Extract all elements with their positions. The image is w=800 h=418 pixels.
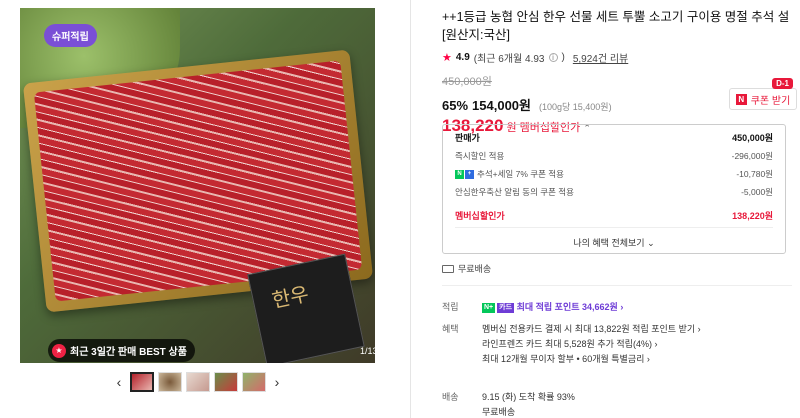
review-count-link[interactable]: 5,924건 리뷰: [573, 50, 628, 65]
thumbnail-2[interactable]: [158, 372, 182, 392]
medal-icon: ★: [52, 343, 66, 358]
coupon-label: 쿠폰 받기: [750, 95, 791, 107]
thumbnail-3[interactable]: [186, 372, 210, 392]
shipping-row: 무료배송: [442, 262, 491, 275]
np-badge-icon: N +: [455, 169, 474, 179]
unit-price: (100g당 15,400원): [538, 102, 612, 112]
thumbnail-4[interactable]: [214, 372, 238, 392]
thumbnail-1[interactable]: [130, 372, 154, 392]
best-seller-label: 최근 3일간 판매 BEST 상품: [70, 347, 187, 358]
price-breakdown-panel: 판매가 450,000원 즉시할인 적용 -296,000원 N + 추석+세일 7%…: [442, 124, 786, 254]
price-row-coupon: N + 추석+세일 7% 쿠폰 적용 -10,780원: [443, 165, 785, 183]
discount-percent: 65%: [442, 98, 469, 113]
star-icon: ★: [442, 52, 452, 64]
naver-n-icon: N: [735, 93, 747, 105]
info-icon[interactable]: i: [548, 53, 558, 62]
section-divider: [442, 285, 792, 286]
column-divider: [410, 0, 411, 418]
points-badge-icon: N+ 카드: [482, 302, 515, 313]
product-info: ++1등급 농협 안심 한우 선물 세트 투뿔 소고기 구이용 명절 추석 설 …: [442, 8, 797, 136]
rating-value: 4.9: [455, 52, 470, 63]
gift-box-card: 한우: [247, 253, 365, 363]
truck-icon: [442, 264, 454, 273]
delivery-key: 배송: [442, 392, 459, 402]
thumbnail-strip: ‹ ›: [112, 372, 284, 392]
price-row-instant: 즉시할인 적용 -296,000원: [455, 151, 773, 161]
price-row-member: 멤버십할인가 138,220원: [455, 210, 773, 221]
benefit-line-1[interactable]: 멤버십 전용카드 결제 시 최대 13,822원 적립 포인트 받기 ›: [482, 322, 800, 337]
rating-row: ★ 4.9 (최근 6개월 4.93 i ) 5,924건 리뷰: [442, 50, 629, 65]
best-seller-pill: ★ 최근 3일간 판매 BEST 상품: [48, 339, 195, 362]
coupon-widget: D-1 N 쿠폰 받기: [729, 78, 797, 110]
product-gallery: 한우 슈퍼적립 ★ 최근 3일간 판매 BEST 상품 1/13 ‹ ›: [0, 0, 410, 418]
price-row-alert-coupon: 안심한우축산 알림 동의 쿠폰 적용 -5,000원: [455, 187, 773, 197]
original-price: 450,000원: [442, 76, 492, 88]
product-main-image[interactable]: 한우 슈퍼적립 ★ 최근 3일간 판매 BEST 상품 1/13: [20, 8, 375, 363]
benefit-line-2[interactable]: 라인프렌즈 카드 최대 5,528원 추가 적립(4%) ›: [482, 337, 800, 352]
points-key: 적립: [442, 302, 459, 312]
thumbnail-5[interactable]: [242, 372, 266, 392]
rating-detail: (최근 6개월 4.93: [473, 54, 545, 65]
delivery-eta: 9.15 (화) 도착 확률 93%: [482, 392, 575, 402]
delivery-free: 무료배송: [482, 407, 516, 417]
benefit-key: 혜택: [442, 324, 459, 334]
image-page-count: 1/13: [360, 346, 375, 356]
max-points-link[interactable]: 최대 적립 포인트 34,662원 ›: [517, 302, 624, 312]
free-shipping-label: 무료배송: [458, 264, 492, 274]
sale-price: 154,000원: [472, 98, 531, 113]
benefit-line-3[interactable]: 최대 12개월 무이자 할부 • 60개월 특별금리 ›: [482, 352, 800, 367]
price-row-list: 판매가 450,000원: [455, 132, 773, 143]
all-benefits-link[interactable]: 나의 혜택 전체보기 ⌄: [443, 236, 785, 249]
coupon-deadline-tag: D-1: [772, 78, 793, 89]
product-title: ++1등급 농협 안심 한우 선물 세트 투뿔 소고기 구이용 명절 추석 설 …: [442, 10, 790, 42]
super-points-badge: 슈퍼적립: [44, 24, 97, 47]
coupon-button[interactable]: N 쿠폰 받기: [729, 88, 797, 110]
thumb-next-icon[interactable]: ›: [270, 374, 284, 390]
thumb-prev-icon[interactable]: ‹: [112, 374, 126, 390]
